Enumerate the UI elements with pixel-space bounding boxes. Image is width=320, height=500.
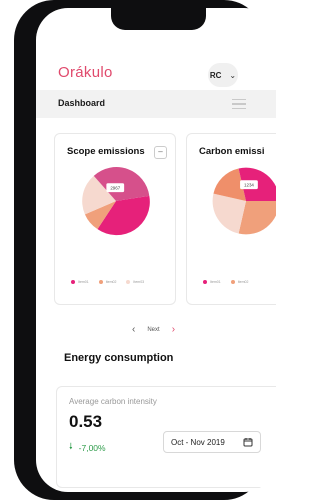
- chevron-down-icon: ⌄: [229, 70, 237, 80]
- metric-change: 🠗 -7,00%: [69, 441, 106, 455]
- app-screen: Orákulo RC ⌄ Dashboard Scope emissions –…: [36, 8, 276, 492]
- next-label[interactable]: Next: [147, 327, 159, 333]
- legend-dot: [98, 280, 103, 284]
- carbon-emissions-card: Carbon emissi 1234 Item01 Item02: [186, 133, 276, 305]
- legend-item: Item01: [203, 280, 221, 284]
- page-title: Dashboard: [58, 98, 106, 108]
- card-title: Carbon emissi: [199, 146, 265, 157]
- legend-dot: [126, 280, 131, 284]
- phone-notch: [111, 8, 206, 30]
- legend-label: Item03: [133, 280, 145, 284]
- pie-legend: Item01 Item02 Item03: [71, 280, 144, 284]
- pie-tooltip-value: 2967: [110, 186, 120, 191]
- legend-item: Item02: [98, 280, 117, 284]
- legend-item: Item03: [126, 280, 144, 284]
- calendar-icon: [243, 438, 253, 447]
- phone-frame: Orákulo RC ⌄ Dashboard Scope emissions –…: [14, 0, 276, 500]
- metric-change-value: -7,00%: [78, 443, 106, 453]
- carbon-pie-chart: 1234: [212, 167, 276, 235]
- legend-label: Item01: [78, 280, 89, 284]
- legend-dot: [71, 280, 75, 284]
- pie-tooltip-value: 1234: [244, 183, 254, 188]
- legend-label: Item02: [237, 280, 249, 284]
- legend-item: Item01: [71, 280, 89, 284]
- metric-value: 0.53: [69, 412, 103, 431]
- legend-label: Item02: [105, 280, 117, 284]
- carousel-pagination: ‹ Next ›: [132, 324, 175, 335]
- section-title: Energy consumption: [64, 352, 174, 364]
- legend-item: Item02: [230, 280, 249, 284]
- chevron-left-icon[interactable]: ‹: [132, 324, 135, 335]
- user-menu[interactable]: RC ⌄: [208, 63, 238, 87]
- chevron-right-icon[interactable]: ›: [172, 324, 175, 335]
- scope-emissions-card: Scope emissions – 2967 Item01 Item02 Ite…: [54, 133, 176, 305]
- date-range-picker[interactable]: Oct - Nov 2019: [163, 431, 261, 453]
- legend-dot: [203, 280, 207, 284]
- collapse-button[interactable]: –: [154, 146, 167, 159]
- app-logo: Orákulo: [58, 64, 113, 81]
- metric-label: Average carbon intensity: [69, 397, 157, 406]
- pie-legend: Item01 Item02: [203, 280, 248, 284]
- legend-dot: [230, 280, 235, 284]
- arrow-down-icon: 🠗: [69, 441, 73, 451]
- carbon-intensity-card: Average carbon intensity 0.53 🠗 -7,00% O…: [56, 386, 276, 488]
- date-range-label: Oct - Nov 2019: [171, 437, 225, 447]
- hamburger-menu-icon[interactable]: [232, 99, 246, 110]
- legend-label: Item01: [210, 280, 221, 284]
- scope-pie-chart: 2967: [82, 167, 150, 236]
- card-title: Scope emissions: [67, 146, 145, 157]
- user-initials: RC: [209, 70, 222, 80]
- page-header: Dashboard: [36, 90, 276, 118]
